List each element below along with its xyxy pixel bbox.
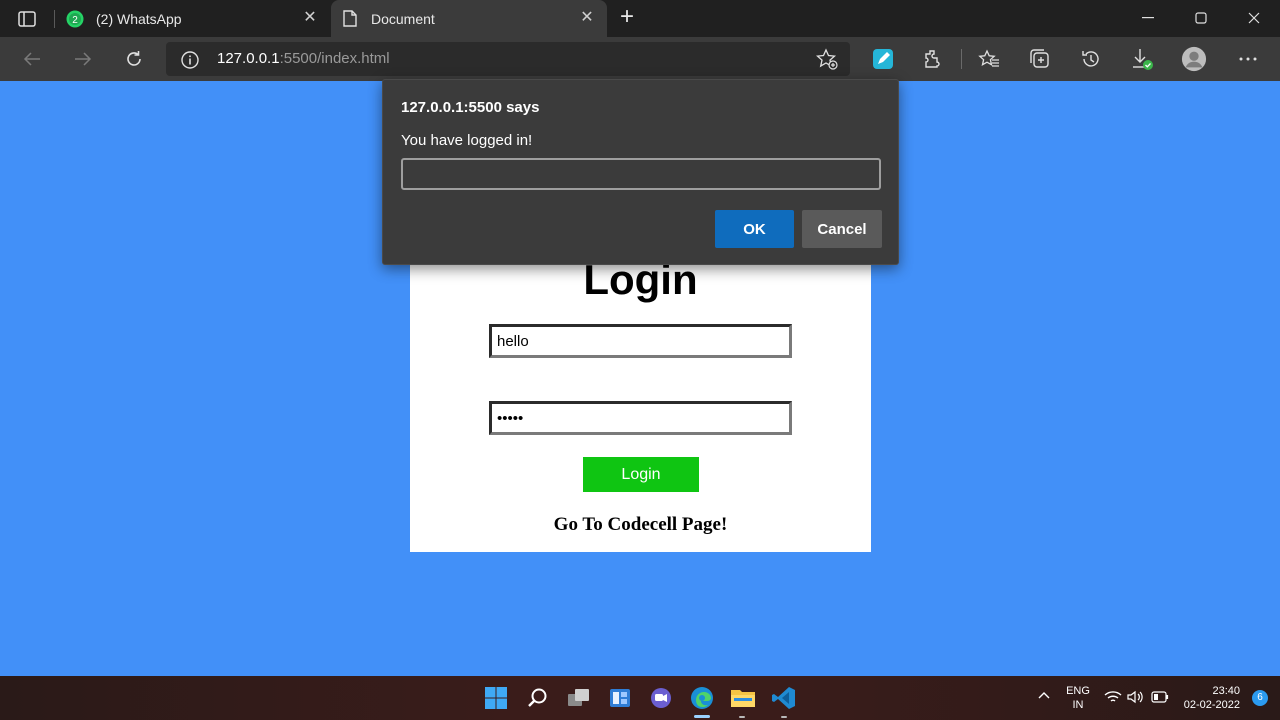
language-indicator[interactable]: ENG IN xyxy=(1062,684,1094,712)
running-indicator xyxy=(739,716,745,718)
close-icon[interactable]: ✕ xyxy=(302,10,318,26)
refresh-icon[interactable] xyxy=(120,45,148,73)
svg-text:2: 2 xyxy=(72,15,78,26)
profile-avatar-icon[interactable] xyxy=(1181,46,1207,72)
url-text: 127.0.0.1:5500/index.html xyxy=(217,50,390,67)
search-icon[interactable] xyxy=(524,684,552,712)
dialog-title: 127.0.0.1:5500 says xyxy=(401,99,540,116)
back-icon[interactable] xyxy=(18,45,46,73)
login-card: Login Login Go To Codecell Page! xyxy=(410,256,871,552)
file-explorer-icon[interactable] xyxy=(729,684,757,712)
edge-icon[interactable] xyxy=(688,684,716,712)
whatsapp-icon: 2 xyxy=(66,10,84,28)
volume-icon[interactable] xyxy=(1127,690,1145,708)
toolbar-separator xyxy=(961,49,962,69)
start-icon[interactable] xyxy=(482,684,510,712)
clock-time: 23:40 xyxy=(1212,685,1240,697)
username-input[interactable] xyxy=(489,324,792,358)
add-favorite-icon[interactable] xyxy=(815,48,838,70)
dialog-input[interactable] xyxy=(401,158,881,190)
prompt-dialog: 127.0.0.1:5500 says You have logged in! … xyxy=(382,79,899,265)
downloads-icon[interactable] xyxy=(1129,46,1155,72)
restore-icon[interactable] xyxy=(1186,6,1216,30)
forward-icon[interactable] xyxy=(69,45,97,73)
login-button[interactable]: Login xyxy=(583,457,699,492)
site-info-icon[interactable] xyxy=(180,50,200,70)
teams-chat-icon[interactable] xyxy=(647,684,675,712)
browser-toolbar: 127.0.0.1:5500/index.html xyxy=(0,37,1280,81)
widgets-icon[interactable] xyxy=(606,684,634,712)
chevron-up-icon[interactable] xyxy=(1037,690,1051,704)
tab-label: Document xyxy=(371,10,435,27)
tab-bar: 2 (2) WhatsApp ✕ Document ✕ + xyxy=(0,0,1280,37)
tab-document[interactable]: Document ✕ xyxy=(331,0,607,37)
windows-taskbar: ENG IN 23:40 02-02-2022 6 xyxy=(0,676,1280,720)
notification-badge[interactable]: 6 xyxy=(1252,690,1268,706)
running-indicator xyxy=(781,716,787,718)
more-menu-icon[interactable] xyxy=(1235,46,1261,72)
close-icon[interactable]: ✕ xyxy=(579,10,595,26)
address-bar[interactable]: 127.0.0.1:5500/index.html xyxy=(166,42,850,76)
tab-separator xyxy=(54,10,55,28)
vscode-icon[interactable] xyxy=(770,684,798,712)
region-code: IN xyxy=(1072,699,1084,711)
tab-actions-icon[interactable] xyxy=(10,7,44,31)
history-icon[interactable] xyxy=(1078,46,1104,72)
codecell-link[interactable]: Go To Codecell Page! xyxy=(410,514,871,536)
wifi-icon[interactable] xyxy=(1104,690,1122,708)
tab-label: (2) WhatsApp xyxy=(96,10,182,27)
task-view-icon[interactable] xyxy=(565,684,593,712)
close-window-icon[interactable] xyxy=(1239,6,1269,30)
extensions-icon[interactable] xyxy=(920,46,946,72)
collections-icon[interactable] xyxy=(1027,46,1053,72)
ok-button[interactable]: OK xyxy=(715,210,794,248)
password-input[interactable] xyxy=(489,401,792,435)
system-clock[interactable]: 23:40 02-02-2022 xyxy=(1184,684,1240,712)
dialog-message: You have logged in! xyxy=(401,132,533,149)
clock-date: 02-02-2022 xyxy=(1183,699,1240,711)
new-tab-icon[interactable]: + xyxy=(615,5,639,30)
favorites-icon[interactable] xyxy=(976,46,1002,72)
tab-whatsapp[interactable]: 2 (2) WhatsApp ✕ xyxy=(56,0,330,37)
minimize-icon[interactable] xyxy=(1133,6,1163,30)
extension-pen-icon[interactable] xyxy=(870,46,896,72)
cancel-button[interactable]: Cancel xyxy=(802,210,882,248)
active-indicator xyxy=(694,715,710,718)
document-icon xyxy=(341,10,359,28)
language-code: ENG xyxy=(1066,685,1090,697)
battery-icon[interactable] xyxy=(1151,691,1169,707)
